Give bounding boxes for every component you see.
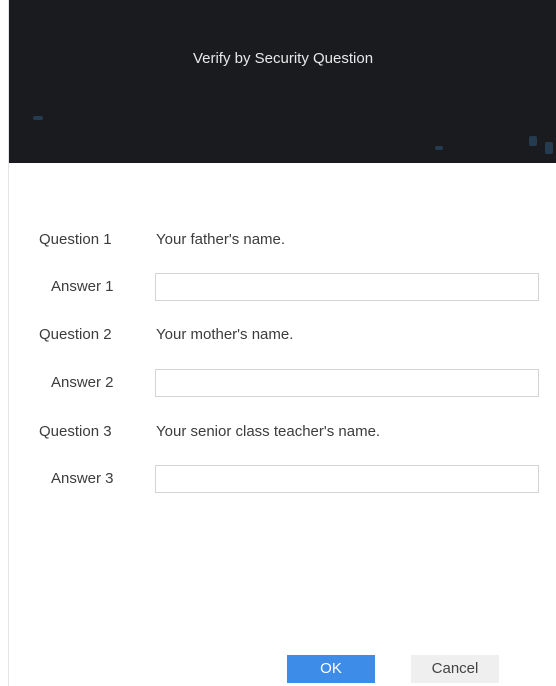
security-question-dialog: Verify by Security Question Question 1 Y… — [8, 0, 556, 686]
question-2-label: Question 2 — [39, 326, 112, 343]
ok-button[interactable]: OK — [287, 655, 375, 683]
question-1-label: Question 1 — [39, 231, 112, 248]
question-3-label: Question 3 — [39, 423, 112, 440]
dialog-header: Verify by Security Question — [9, 0, 556, 163]
header-decoration — [435, 146, 443, 150]
answer-2-label: Answer 2 — [51, 374, 114, 391]
header-decoration — [529, 136, 537, 146]
header-decoration — [545, 142, 553, 154]
answer-3-input[interactable] — [155, 465, 539, 493]
cancel-button[interactable]: Cancel — [411, 655, 499, 683]
answer-1-input[interactable] — [155, 273, 539, 301]
answer-2-input[interactable] — [155, 369, 539, 397]
dialog-title: Verify by Security Question — [192, 50, 374, 67]
question-1-text: Your father's name. — [156, 231, 286, 248]
header-decoration — [33, 116, 43, 120]
answer-1-label: Answer 1 — [51, 278, 114, 295]
answer-3-label: Answer 3 — [51, 470, 114, 487]
question-3-text: Your senior class teacher's name. — [156, 423, 381, 440]
question-2-text: Your mother's name. — [156, 326, 294, 343]
